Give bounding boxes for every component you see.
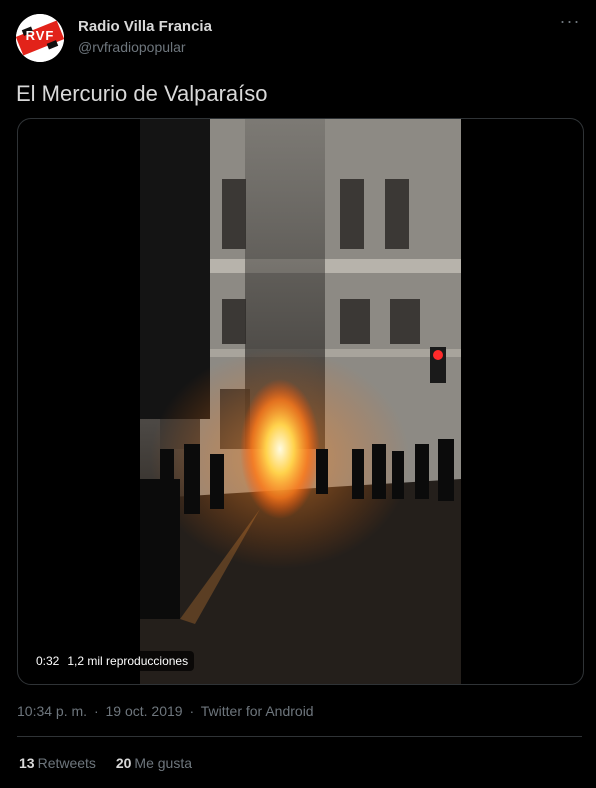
author-display-name[interactable]: Radio Villa Francia: [78, 18, 212, 36]
video-duration: 0:32: [36, 654, 60, 668]
tweet-source[interactable]: Twitter for Android: [201, 703, 314, 719]
tweet-date[interactable]: 19 oct. 2019: [106, 703, 183, 719]
meta-separator: ·: [93, 703, 99, 719]
author-names: Radio Villa Francia @rvfradiopopular: [78, 18, 212, 56]
meta-separator-2: ·: [189, 703, 195, 719]
tweet-stats: 13 Retweets 20 Me gusta: [19, 754, 208, 772]
likes-label: Me gusta: [134, 755, 192, 771]
retweets-label: Retweets: [37, 755, 96, 771]
video-info-badge: 0:32 1,2 mil reproducciones: [30, 651, 195, 671]
likes-count: 20: [115, 755, 132, 771]
tweet-text: El Mercurio de Valparaíso: [16, 81, 268, 106]
video-views: 1,2 mil reproducciones: [67, 654, 189, 668]
video-thumbnail: [140, 119, 461, 684]
avatar[interactable]: RVF: [16, 14, 64, 62]
tweet-header: RVF Radio Villa Francia @rvfradiopopular…: [16, 12, 582, 62]
retweets-stat[interactable]: 13 Retweets: [19, 754, 96, 772]
avatar-text: RVF: [25, 28, 55, 43]
retweets-count: 13: [19, 755, 35, 771]
video-player[interactable]: 0:32 1,2 mil reproducciones: [17, 118, 584, 685]
video-frame[interactable]: [140, 119, 461, 684]
tweet-meta: 10:34 p. m. · 19 oct. 2019 · Twitter for…: [17, 702, 317, 720]
tweet-time[interactable]: 10:34 p. m.: [17, 703, 87, 719]
author-handle[interactable]: @rvfradiopopular: [78, 38, 212, 56]
divider: [17, 736, 582, 737]
likes-stat[interactable]: 20 Me gusta: [116, 754, 192, 772]
more-icon[interactable]: ···: [558, 12, 582, 34]
